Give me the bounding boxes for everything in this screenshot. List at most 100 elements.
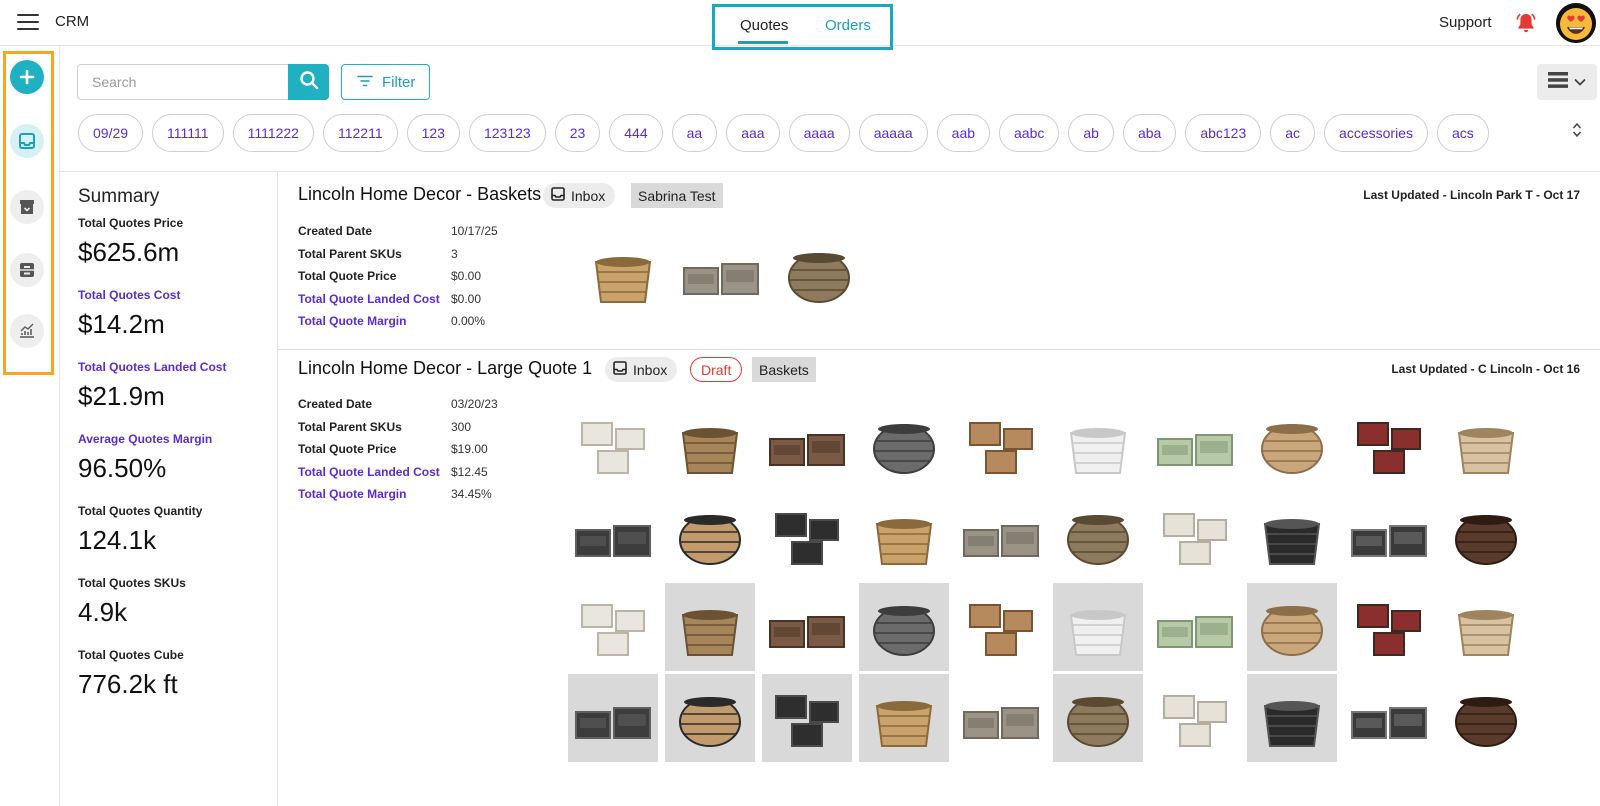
product-thumbnail[interactable] <box>1441 674 1531 762</box>
tag-chip[interactable]: aaa <box>726 114 780 152</box>
product-thumbnail[interactable] <box>665 492 755 580</box>
inbox-icon[interactable] <box>10 124 44 158</box>
tag-chip[interactable]: aba <box>1122 114 1177 152</box>
tag-chip[interactable]: aaaa <box>788 114 850 152</box>
product-thumbnail[interactable] <box>1344 401 1434 489</box>
product-thumbnail[interactable] <box>1441 401 1531 489</box>
detail-value: 3 <box>451 246 458 261</box>
tray-icon[interactable] <box>10 253 44 287</box>
tag-chip[interactable]: 1111222 <box>232 114 314 152</box>
product-thumbnail[interactable] <box>1053 583 1143 671</box>
last-updated: Last Updated - Lincoln Park T - Oct 17 <box>1363 188 1580 202</box>
tag-chip[interactable]: 09/29 <box>78 114 144 152</box>
product-thumbnail[interactable] <box>568 492 658 580</box>
filter-button[interactable]: Filter <box>341 64 430 100</box>
tag-chip[interactable]: 112211 <box>322 114 398 152</box>
product-thumbnail[interactable] <box>956 583 1046 671</box>
tag-chip[interactable]: aab <box>936 114 991 152</box>
product-thumbnail[interactable] <box>956 492 1046 580</box>
product-thumbnail[interactable] <box>1150 401 1240 489</box>
metric-label: Total Quotes Price <box>78 216 184 230</box>
tag-chip[interactable]: ab <box>1068 114 1114 152</box>
detail-row: Total Quote Margin 34.45% <box>298 483 498 506</box>
product-thumbnail[interactable] <box>1150 583 1240 671</box>
product-thumbnail[interactable] <box>1150 674 1240 762</box>
product-thumbnail[interactable] <box>1441 492 1531 580</box>
avatar[interactable] <box>1556 3 1596 43</box>
metric-label: Total Quotes Quantity <box>78 504 203 518</box>
product-thumbnail[interactable] <box>665 583 755 671</box>
tag-chip[interactable]: 23 <box>554 114 601 152</box>
product-thumbnail[interactable] <box>859 401 949 489</box>
last-updated: Last Updated - C Lincoln - Oct 16 <box>1391 362 1580 376</box>
product-thumbnail[interactable] <box>568 401 658 489</box>
tag-chip[interactable]: aaaaa <box>858 114 928 152</box>
product-thumbnail[interactable] <box>676 230 766 318</box>
tab-quotes[interactable]: Quotes <box>740 17 788 34</box>
product-thumbnail[interactable] <box>956 674 1046 762</box>
product-thumbnail[interactable] <box>568 674 658 762</box>
hamburger-icon[interactable] <box>17 14 39 30</box>
product-thumbnail[interactable] <box>774 230 864 318</box>
quote-card[interactable]: Lincoln Home Decor - Baskets Inbox Sabri… <box>278 172 1600 350</box>
product-thumbnail[interactable] <box>1344 492 1434 580</box>
product-thumbnail[interactable] <box>762 583 852 671</box>
product-thumbnail[interactable] <box>665 401 755 489</box>
product-thumbnail[interactable] <box>1344 583 1434 671</box>
product-thumbnail[interactable] <box>859 492 949 580</box>
product-thumbnail[interactable] <box>578 230 668 318</box>
top-app-bar: CRM Quotes Orders Support <box>0 0 1600 50</box>
tag-chip[interactable]: aabc <box>999 114 1060 152</box>
tag-chip[interactable]: abc123 <box>1185 114 1262 152</box>
product-thumbnail[interactable] <box>1441 583 1531 671</box>
chips-scroll-icon[interactable] <box>1572 122 1582 141</box>
product-thumbnail[interactable] <box>1247 492 1337 580</box>
tag-chip[interactable]: 111111 <box>152 114 224 152</box>
product-thumbnail[interactable] <box>762 401 852 489</box>
add-icon[interactable] <box>10 60 44 94</box>
search-input[interactable] <box>77 64 288 100</box>
tab-orders[interactable]: Orders <box>825 17 871 34</box>
bell-icon[interactable] <box>1514 11 1538 35</box>
quote-title[interactable]: Lincoln Home Decor - Baskets <box>298 184 541 205</box>
detail-value: $12.45 <box>451 464 488 479</box>
product-thumbnail[interactable] <box>665 674 755 762</box>
archive-icon[interactable] <box>10 190 44 224</box>
product-thumbnail[interactable] <box>1150 492 1240 580</box>
tag-chip[interactable]: 444 <box>609 114 663 152</box>
product-thumbnail[interactable] <box>1053 401 1143 489</box>
detail-value: 03/20/23 <box>451 397 498 412</box>
product-thumbnail[interactable] <box>1053 492 1143 580</box>
chevron-down-icon <box>1574 73 1586 91</box>
product-thumbnail[interactable] <box>762 492 852 580</box>
inbox-icon <box>613 361 627 378</box>
product-thumbnail[interactable] <box>762 674 852 762</box>
status-badge: Inbox <box>543 183 616 208</box>
tag-chip[interactable]: accessories <box>1324 114 1428 152</box>
chart-icon[interactable] <box>10 314 44 348</box>
metric-label: Total Quotes Cost <box>78 288 181 302</box>
metric-value: 4.9k <box>78 597 128 627</box>
tag-chip[interactable]: acs <box>1436 114 1489 152</box>
search-button[interactable] <box>288 64 329 100</box>
product-thumbnail[interactable] <box>859 583 949 671</box>
tag-chip[interactable]: aa <box>671 114 718 152</box>
product-thumbnail[interactable] <box>1053 674 1143 762</box>
quote-title[interactable]: Lincoln Home Decor - Large Quote 1 <box>298 358 592 379</box>
tag-chip[interactable]: ac <box>1270 114 1316 152</box>
product-thumbnail[interactable] <box>859 674 949 762</box>
detail-row: Total Quote Margin 0.00% <box>298 310 498 333</box>
product-thumbnail[interactable] <box>568 583 658 671</box>
product-thumbnail[interactable] <box>956 401 1046 489</box>
product-thumbnail[interactable] <box>1344 674 1434 762</box>
quote-card[interactable]: Lincoln Home Decor - Large Quote 1 Inbox… <box>278 351 1600 806</box>
summary-metric: Total Quotes Landed Cost $21.9m <box>78 360 226 412</box>
tag-chip[interactable]: 123 <box>406 114 460 152</box>
support-link[interactable]: Support <box>1439 14 1492 31</box>
product-thumbnail[interactable] <box>1247 674 1337 762</box>
product-thumbnail[interactable] <box>1247 401 1337 489</box>
filter-icon <box>357 74 373 91</box>
tag-chip[interactable]: 123123 <box>468 114 546 152</box>
product-thumbnail[interactable] <box>1247 583 1337 671</box>
view-toggle-button[interactable] <box>1537 64 1597 100</box>
